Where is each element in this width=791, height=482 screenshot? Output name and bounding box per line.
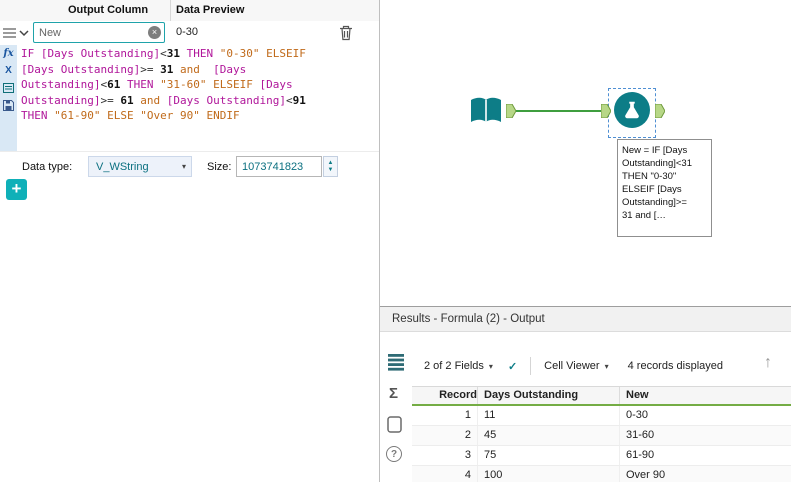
data-preview-value: 0-30 (176, 26, 199, 38)
table-cell: 100 (478, 466, 620, 482)
table-row[interactable]: 3 75 61-90 (412, 446, 791, 466)
spin-down-icon[interactable]: ▼ (328, 167, 334, 174)
output-column-input[interactable] (34, 26, 148, 39)
tool-annotation[interactable]: New = IF [Days Outstanding]<31 THEN "0-3… (617, 139, 712, 237)
config-columns-header: Output Column Data Preview (0, 0, 379, 22)
size-label: Size: (207, 161, 232, 173)
column-header[interactable]: New (620, 387, 791, 404)
connection-line[interactable] (516, 110, 601, 112)
collapse-panel-icon[interactable]: ↑ (764, 354, 772, 372)
column-header[interactable]: Days Outstanding (478, 387, 620, 404)
results-table-body: 1 11 0-30 2 45 31-60 3 75 61-90 4 100 Over 90 (412, 406, 791, 482)
data-type-select[interactable]: V_WString ▾ (88, 156, 192, 177)
saved-expressions-icon[interactable] (3, 100, 14, 111)
table-cell: 1 (412, 406, 478, 425)
header-divider (170, 0, 171, 21)
formula-line: IF [Days Outstanding]<31 THEN "0-30" ELS… (21, 47, 306, 60)
formula-line: [Days Outstanding]>= 31 and [Days (21, 62, 247, 76)
table-cell: 45 (478, 426, 620, 445)
constants-icon[interactable] (3, 83, 14, 93)
caret-down-icon: ▾ (181, 162, 186, 171)
column-header[interactable]: Record (412, 387, 478, 404)
table-row[interactable]: 1 11 0-30 (412, 406, 791, 426)
output-column-name-box: × (33, 22, 165, 43)
formula-line: Outstanding]<61 THEN "31-60" ELSEIF [Day… (21, 78, 293, 91)
add-expression-button[interactable]: + (6, 179, 27, 200)
metadata-view-icon[interactable] (387, 416, 402, 433)
apply-check-icon[interactable]: ✓ (508, 360, 517, 373)
data-type-label: Data type: (22, 161, 73, 173)
data-type-value: V_WString (96, 160, 149, 173)
table-cell: 75 (478, 446, 620, 465)
input-tool-output-anchor[interactable] (506, 104, 516, 118)
table-cell: 2 (412, 426, 478, 445)
results-toolbar: 2 of 2 Fields ▾ ✓ Cell Viewer ▾ 4 record… (424, 354, 723, 378)
delete-expression-icon[interactable] (339, 25, 353, 41)
spin-up-icon[interactable]: ▲ (328, 160, 334, 167)
table-view-icon[interactable] (388, 354, 404, 371)
table-row[interactable]: 2 45 31-60 (412, 426, 791, 446)
table-row[interactable]: 4 100 Over 90 (412, 466, 791, 482)
profile-view-icon[interactable]: Σ (389, 385, 398, 402)
results-table-header: Record Days Outstanding New (412, 386, 791, 406)
formula-line: THEN "61-90" ELSE "Over 90" ENDIF (21, 109, 240, 122)
results-panel-title: Results - Formula (2) - Output (380, 307, 791, 332)
records-displayed-label: 4 records displayed (627, 360, 723, 372)
size-field-box (236, 156, 322, 177)
caret-down-icon: ▾ (604, 361, 609, 371)
formula-tool-icon[interactable] (614, 92, 650, 128)
table-cell: 61-90 (626, 449, 655, 461)
table-cell: 11 (478, 406, 620, 425)
help-icon[interactable]: ? (386, 446, 402, 462)
table-cell: Over 90 (626, 469, 666, 481)
functions-icon[interactable]: fx (0, 48, 17, 59)
size-input[interactable] (237, 157, 321, 176)
table-cell: 0-30 (626, 409, 649, 421)
output-column-header: Output Column (68, 4, 149, 16)
columns-icon[interactable]: X (0, 65, 17, 76)
beaker-icon (625, 101, 639, 119)
cell-viewer-dropdown[interactable]: Cell Viewer (544, 360, 599, 372)
table-cell: 4 (412, 466, 478, 482)
table-cell: 3 (412, 446, 478, 465)
toolbar-separator (530, 357, 532, 375)
clear-icon[interactable]: × (148, 26, 161, 39)
formula-tool-output-anchor[interactable] (655, 104, 665, 118)
data-preview-header: Data Preview (176, 4, 245, 16)
fields-dropdown[interactable]: 2 of 2 Fields (424, 360, 484, 372)
formula-code[interactable]: IF [Days Outstanding]<31 THEN "0-30" ELS… (21, 47, 373, 125)
formula-line: Outstanding]>= 61 and [Days Outstanding]… (21, 93, 306, 107)
expression-editor-toolbar: fx X (0, 45, 17, 151)
expression-row: × 0-30 (0, 21, 379, 45)
input-data-tool-icon[interactable] (468, 94, 504, 128)
table-cell: 31-60 (626, 429, 655, 441)
workflow-canvas[interactable]: New = IF [Days Outstanding]<31 THEN "0-3… (380, 0, 791, 306)
caret-down-icon: ▾ (488, 361, 493, 371)
formula-tool-input-anchor[interactable] (601, 104, 611, 118)
drag-handle-icon[interactable] (3, 28, 16, 38)
size-spinner[interactable]: ▲ ▼ (323, 156, 338, 177)
editor-separator (0, 151, 379, 152)
alteryx-designer-window: Output Column Data Preview × 0-30 fx X (0, 0, 791, 482)
chevron-down-icon[interactable] (19, 30, 29, 37)
